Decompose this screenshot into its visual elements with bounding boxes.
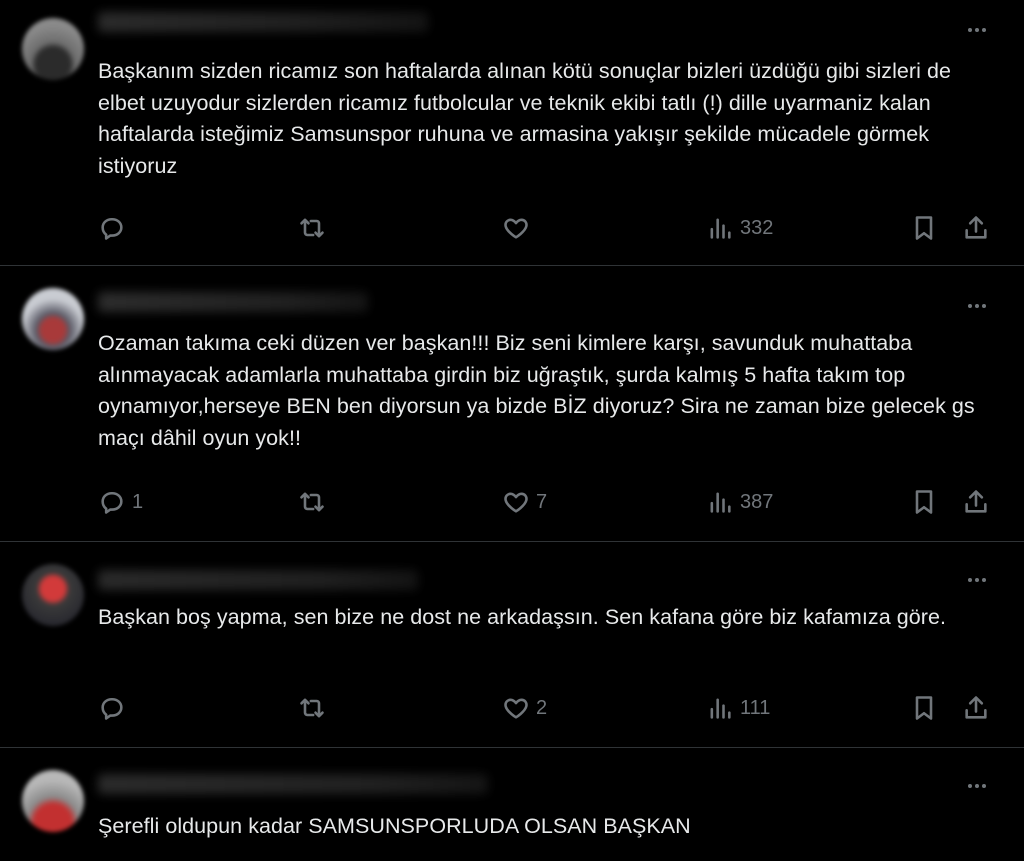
more-horizontal-icon (968, 304, 986, 308)
tweet-4[interactable]: Şerefli oldupun kadar SAMSUNSPORLUDA OLS… (0, 748, 1024, 861)
share-icon (965, 490, 987, 513)
views-icon (710, 698, 731, 719)
view-count: 387 (740, 490, 774, 513)
retweet-icon (300, 698, 324, 718)
bookmark-button[interactable] (910, 486, 938, 518)
more-options-button[interactable] (960, 774, 994, 798)
view-count: 332 (740, 216, 774, 239)
like-button[interactable] (502, 212, 536, 244)
reply-button[interactable] (98, 212, 132, 244)
bookmark-button[interactable] (910, 692, 938, 724)
share-button[interactable] (962, 212, 990, 244)
share-button[interactable] (962, 692, 990, 724)
share-icon (965, 696, 987, 719)
bookmark-button[interactable] (910, 212, 938, 244)
bookmark-icon (915, 216, 933, 240)
reply-icon (101, 697, 123, 720)
more-options-button[interactable] (960, 18, 994, 42)
retweet-icon (300, 218, 324, 238)
views-button[interactable]: 387 (706, 486, 773, 518)
tweet-text: Başkanım sizden ricamız son haftalarda a… (98, 59, 951, 178)
more-horizontal-icon (968, 784, 986, 788)
tweet-text: Şerefli oldupun kadar SAMSUNSPORLUDA OLS… (98, 814, 691, 838)
tweet-2[interactable]: Ozaman takıma ceki düzen ver başkan!!! B… (0, 266, 1024, 542)
retweet-button[interactable] (298, 212, 332, 244)
reply-count: 1 (132, 490, 144, 513)
author-header-redacted (98, 12, 428, 32)
tweet-actions: 2 111 (98, 692, 998, 724)
views-button[interactable]: 111 (706, 692, 770, 724)
retweet-button[interactable] (298, 486, 332, 518)
bookmark-icon (915, 490, 933, 514)
tweet-text: Ozaman takıma ceki düzen ver başkan!!! B… (98, 331, 975, 450)
like-button[interactable]: 2 (502, 692, 547, 724)
views-icon (710, 218, 731, 239)
more-horizontal-icon (968, 578, 986, 582)
tweet-actions: 1 7 387 (98, 486, 998, 518)
more-options-button[interactable] (960, 294, 994, 318)
like-count: 7 (536, 490, 548, 513)
like-count: 2 (536, 696, 548, 719)
reply-icon (101, 491, 123, 514)
tweet-text: Başkan boş yapma, sen bize ne dost ne ar… (98, 605, 946, 629)
reply-button[interactable]: 1 (98, 486, 143, 518)
retweet-icon (300, 492, 324, 512)
avatar[interactable] (22, 288, 84, 350)
views-button[interactable]: 332 (706, 212, 773, 244)
avatar[interactable] (22, 564, 84, 626)
avatar[interactable] (22, 18, 84, 80)
author-header-redacted (98, 774, 488, 794)
like-button[interactable]: 7 (502, 486, 547, 518)
heart-icon (504, 492, 528, 513)
reply-icon (101, 217, 123, 240)
author-header-redacted (98, 570, 418, 590)
tweet-actions: 332 (98, 212, 998, 244)
view-count: 111 (740, 696, 771, 719)
reply-button[interactable] (98, 692, 132, 724)
tweet-3[interactable]: Başkan boş yapma, sen bize ne dost ne ar… (0, 542, 1024, 748)
heart-icon (504, 218, 528, 239)
share-button[interactable] (962, 486, 990, 518)
author-header-redacted (98, 292, 368, 312)
views-icon (710, 492, 731, 513)
avatar[interactable] (22, 770, 84, 832)
more-options-button[interactable] (960, 568, 994, 592)
more-horizontal-icon (968, 28, 986, 32)
bookmark-icon (915, 696, 933, 720)
heart-icon (504, 698, 528, 719)
retweet-button[interactable] (298, 692, 332, 724)
tweet-1[interactable]: Başkanım sizden ricamız son haftalarda a… (0, 0, 1024, 266)
share-icon (965, 216, 987, 239)
